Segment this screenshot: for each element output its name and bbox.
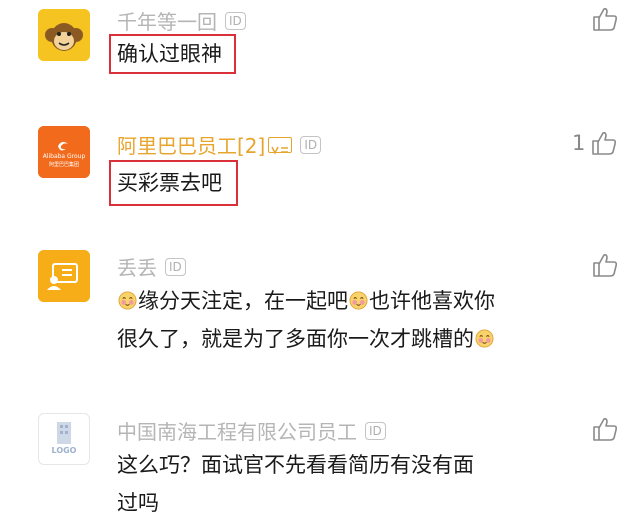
like-button[interactable] [592, 6, 618, 32]
id-badge: ID [225, 11, 246, 30]
like-button[interactable]: 1 [572, 130, 617, 156]
blush-emoji-icon [349, 291, 368, 310]
like-button[interactable] [592, 416, 618, 442]
blush-emoji-icon [475, 329, 494, 348]
alibaba-avatar[interactable]: Alibaba Group 阿里巴巴集团 [38, 126, 90, 178]
like-count: 1 [572, 131, 586, 155]
avatar-brand-subtext: 阿里巴巴集团 [48, 162, 79, 168]
monkey-icon [38, 9, 90, 61]
id-card-icon [38, 250, 90, 302]
highlighted-text: 买彩票去吧 [109, 160, 238, 206]
comment-username[interactable]: 丢丢 ID [117, 252, 186, 281]
avatar-brand-text: Alibaba Group [42, 153, 86, 160]
comment-text: 缘分天注定，在一起吧 也许他喜欢你 很久了，就是为了多面你一次才跳槽的 [117, 282, 587, 358]
id-badge: ID [165, 257, 186, 276]
id-badge: ID [365, 421, 386, 440]
thumbs-up-icon [593, 254, 618, 277]
comment-text: 买彩票去吧 [109, 160, 238, 206]
badge-avatar[interactable] [38, 250, 90, 302]
vip-badge-icon [268, 136, 293, 155]
blush-emoji-icon [118, 291, 137, 310]
comment-text: 确认过眼神 [109, 34, 236, 74]
building-logo-icon [57, 422, 71, 444]
monkey-avatar[interactable] [38, 9, 90, 61]
thumbs-up-icon [593, 418, 618, 441]
thumbs-up-icon [592, 132, 617, 155]
comment-text: 这么巧？面试官不先看看简历有没有面 过吗 [117, 446, 587, 522]
highlighted-text: 确认过眼神 [109, 34, 236, 74]
avatar-logo-text: LOGO [51, 446, 77, 455]
comment-username[interactable]: 中国南海工程有限公司员工 ID [117, 416, 386, 445]
comment-text-line: 很久了，就是为了多面你一次才跳槽的 [117, 320, 587, 358]
company-avatar[interactable]: LOGO [38, 413, 90, 465]
comment-username[interactable]: 阿里巴巴员工[2] ID [117, 130, 322, 159]
alibaba-logo-icon [38, 126, 90, 178]
id-badge: ID [300, 135, 322, 154]
thumbs-up-icon [593, 8, 618, 31]
comment-username[interactable]: 千年等一回 ID [117, 6, 246, 35]
comment-text-line: 缘分天注定，在一起吧 也许他喜欢你 [117, 282, 587, 320]
like-button[interactable] [592, 252, 618, 278]
comment-text-line: 这么巧？面试官不先看看简历有没有面 [117, 453, 474, 477]
comment-text-line: 过吗 [117, 491, 159, 515]
